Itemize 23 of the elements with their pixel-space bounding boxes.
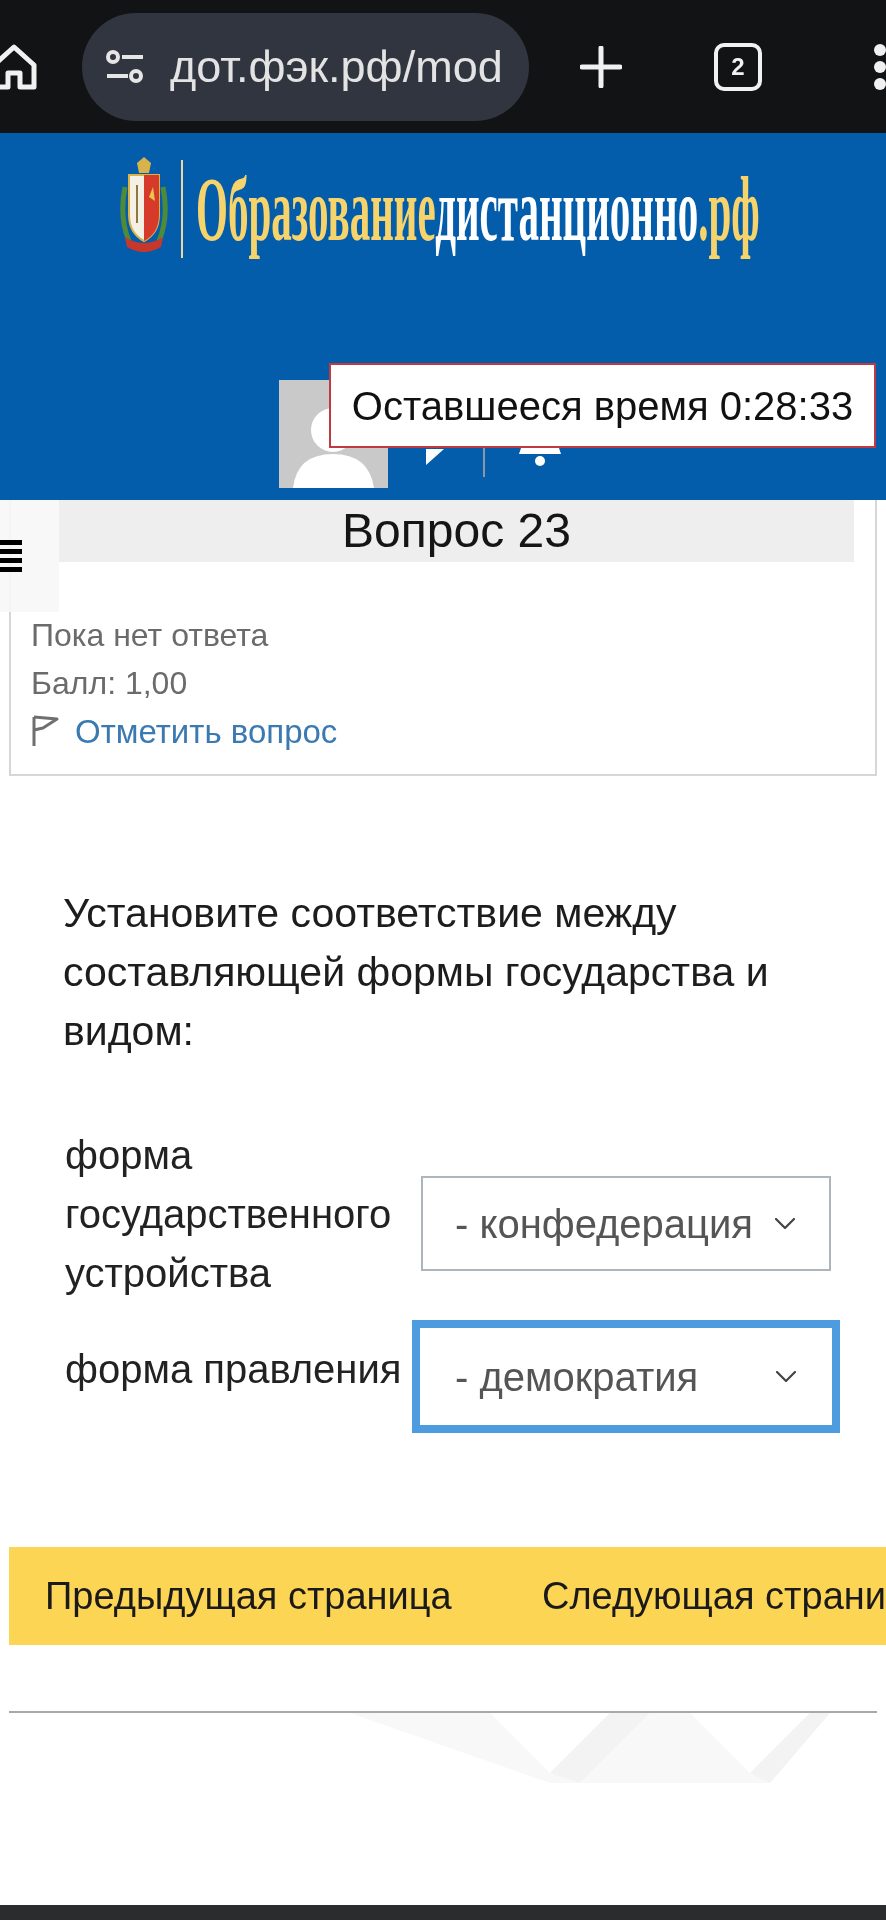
- sliders-icon[interactable]: [105, 48, 145, 85]
- answer-select[interactable]: - конфедерация: [421, 1176, 831, 1271]
- previous-page-button[interactable]: Предыдущая страница: [9, 1547, 506, 1645]
- question-number: Вопрос 23: [59, 500, 854, 562]
- match-label: форма государственного устройства: [65, 1132, 393, 1297]
- next-page-button[interactable]: Следующая страни: [506, 1547, 886, 1645]
- flag-icon: [31, 714, 59, 748]
- plus-icon[interactable]: [580, 45, 622, 88]
- home-icon[interactable]: [0, 42, 38, 91]
- answer-status: Пока нет ответа: [30, 616, 269, 655]
- address-bar[interactable]: дот.фэк.рф/mod: [82, 12, 529, 121]
- bell-icon[interactable]: [517, 448, 563, 467]
- flag-question-link[interactable]: Отметить вопрос: [31, 707, 338, 755]
- drawer-toggle-button[interactable]: [0, 500, 59, 612]
- answer-select[interactable]: - демократия: [412, 1320, 840, 1433]
- tab-count-button[interactable]: 2: [714, 42, 762, 91]
- chevron-down-icon: [776, 1371, 796, 1382]
- question-text: Установите соответствие между составляющей формы государства и видом:: [63, 889, 770, 1056]
- grade-text: Балл: 1,00: [30, 664, 188, 703]
- timer-text: Оставшееся время 0:28:33: [329, 363, 876, 448]
- menu-icon[interactable]: [0, 539, 22, 573]
- match-label: форма правления: [65, 1346, 403, 1393]
- chevron-down-icon: [775, 1218, 795, 1229]
